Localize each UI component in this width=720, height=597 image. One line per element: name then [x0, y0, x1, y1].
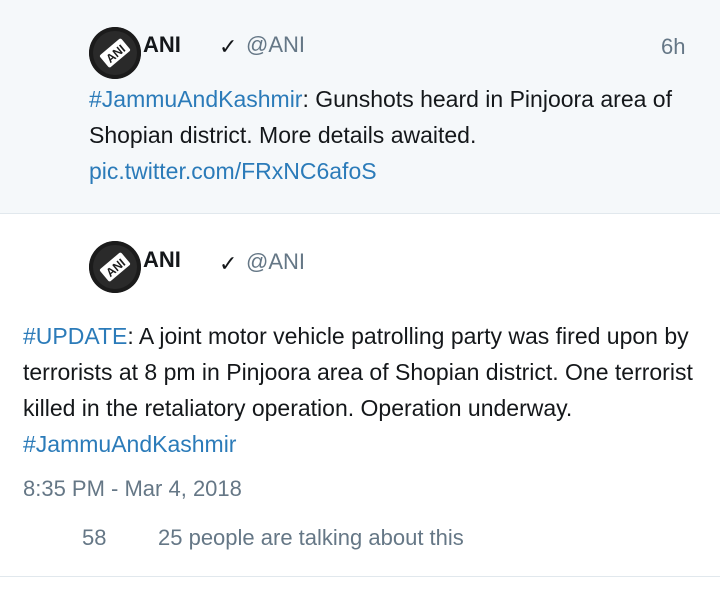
- likes-count[interactable]: 58: [82, 525, 106, 551]
- update-hashtag[interactable]: #UPDATE: [23, 323, 127, 349]
- verified-check-icon: ✓: [219, 251, 238, 276]
- parent-tweet-text: #JammuAndKashmir: Gunshots heard in Pinj…: [89, 81, 709, 189]
- parent-avatar[interactable]: ANI: [89, 27, 141, 79]
- parent-author-name[interactable]: ANI: [143, 32, 181, 58]
- kashmir-hashtag[interactable]: #JammuAndKashmir: [23, 431, 236, 457]
- parent-hashtag[interactable]: #JammuAndKashmir: [89, 86, 302, 112]
- parent-tweet[interactable]: ANI ANI ✓ @ANI 6h #JammuAndKashmir: Guns…: [0, 0, 720, 214]
- main-author-name[interactable]: ANI: [143, 247, 181, 273]
- parent-pic-link[interactable]: pic.twitter.com/FRxNC6afoS: [89, 158, 377, 184]
- main-avatar[interactable]: ANI: [89, 241, 141, 293]
- tweet-timestamp[interactable]: 8:35 PM - Mar 4, 2018: [23, 476, 242, 502]
- main-tweet: ANI ANI ✓ @ANI #UPDATE: A joint motor ve…: [0, 214, 720, 577]
- main-author-handle[interactable]: @ANI: [246, 249, 305, 275]
- ani-logo-icon: ANI: [89, 241, 141, 293]
- parent-author-handle[interactable]: @ANI: [246, 32, 305, 58]
- talking-about-link[interactable]: 25 people are talking about this: [158, 525, 464, 551]
- verified-check-icon: ✓: [219, 34, 238, 59]
- main-tweet-text: #UPDATE: A joint motor vehicle patrollin…: [23, 318, 703, 462]
- parent-time-ago[interactable]: 6h: [661, 34, 685, 60]
- ani-logo-icon: ANI: [89, 27, 141, 79]
